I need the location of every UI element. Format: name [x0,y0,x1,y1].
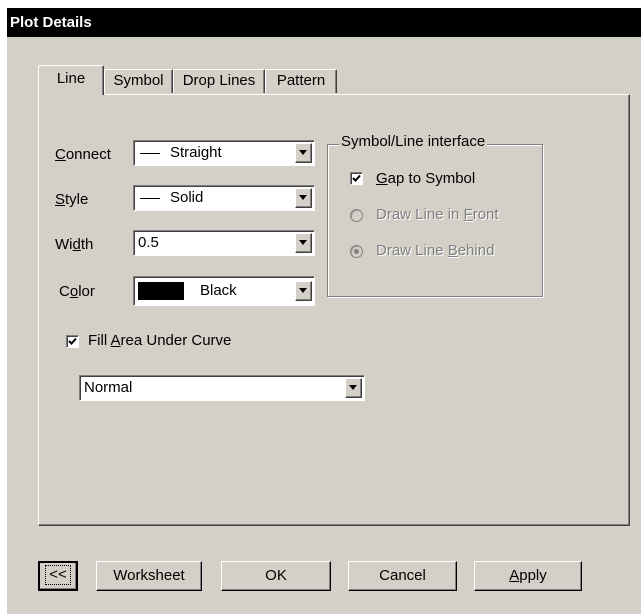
style-label: Style [55,191,89,208]
tab-drop-lines[interactable]: Drop Lines [173,69,265,93]
tab-line[interactable]: Line [38,65,104,95]
width-combobox[interactable]: 0.5 [133,230,315,256]
plot-details-dialog: Plot Details Line Symbol Drop Lines Patt… [7,8,641,614]
worksheet-button-label: Worksheet [113,567,185,584]
draw-line-behind-label: Draw Line Behind [376,242,495,259]
symbol-line-interface-title: Symbol/Line interface [339,133,488,150]
style-dropdown-arrow-icon[interactable] [295,188,312,208]
draw-line-in-front-radio[interactable] [350,209,363,222]
style-dropdown[interactable]: Solid [133,185,315,211]
color-swatch [138,282,184,301]
connect-dropdown-arrow-icon[interactable] [295,143,312,163]
radio-selected-dot-icon [354,249,359,254]
tab-drop-lines-label: Drop Lines [182,72,256,89]
fill-mode-dropdown[interactable]: Normal [79,375,365,401]
gap-to-symbol-checkbox[interactable] [350,172,363,185]
gap-to-symbol-label[interactable]: Gap to Symbol [376,170,475,187]
width-dropdown-arrow-icon[interactable] [295,233,312,253]
ok-button-label: OK [265,567,287,584]
tab-pattern[interactable]: Pattern [265,69,337,93]
style-value: Solid [170,189,204,206]
line-sample-icon [140,152,160,154]
color-value: Black [200,282,237,299]
window-title: Plot Details [7,8,641,37]
apply-button[interactable]: Apply [474,561,582,591]
cancel-button[interactable]: Cancel [348,561,457,591]
fill-mode-dropdown-arrow-icon[interactable] [345,378,362,398]
color-dropdown-arrow-icon[interactable] [295,281,312,301]
worksheet-button[interactable]: Worksheet [96,561,202,591]
line-sample-icon [140,197,160,199]
draw-line-behind-radio[interactable] [350,245,363,258]
apply-button-label: Apply [509,567,547,584]
width-label: Width [55,236,94,253]
connect-label: Connect [55,146,111,163]
checkmark-icon [68,337,77,345]
fill-area-checkbox[interactable] [66,335,79,348]
width-value[interactable]: 0.5 [138,231,159,255]
tab-line-label: Line [56,70,86,87]
fill-mode-value: Normal [84,379,133,396]
color-label: Color [59,283,95,300]
tab-symbol-label: Symbol [113,72,164,89]
color-dropdown[interactable]: Black [133,276,315,306]
checkmark-icon [352,174,361,182]
cancel-button-label: Cancel [379,567,426,584]
ok-button[interactable]: OK [221,561,331,591]
collapse-button-label: << [45,565,71,585]
draw-line-in-front-label: Draw Line in Front [376,206,499,223]
connect-value: Straight [170,144,222,161]
fill-area-label[interactable]: Fill Area Under Curve [88,332,231,349]
tab-symbol[interactable]: Symbol [104,69,173,93]
tab-pattern-label: Pattern [276,72,326,89]
connect-dropdown[interactable]: Straight [133,140,315,166]
collapse-button[interactable]: << [38,561,78,591]
